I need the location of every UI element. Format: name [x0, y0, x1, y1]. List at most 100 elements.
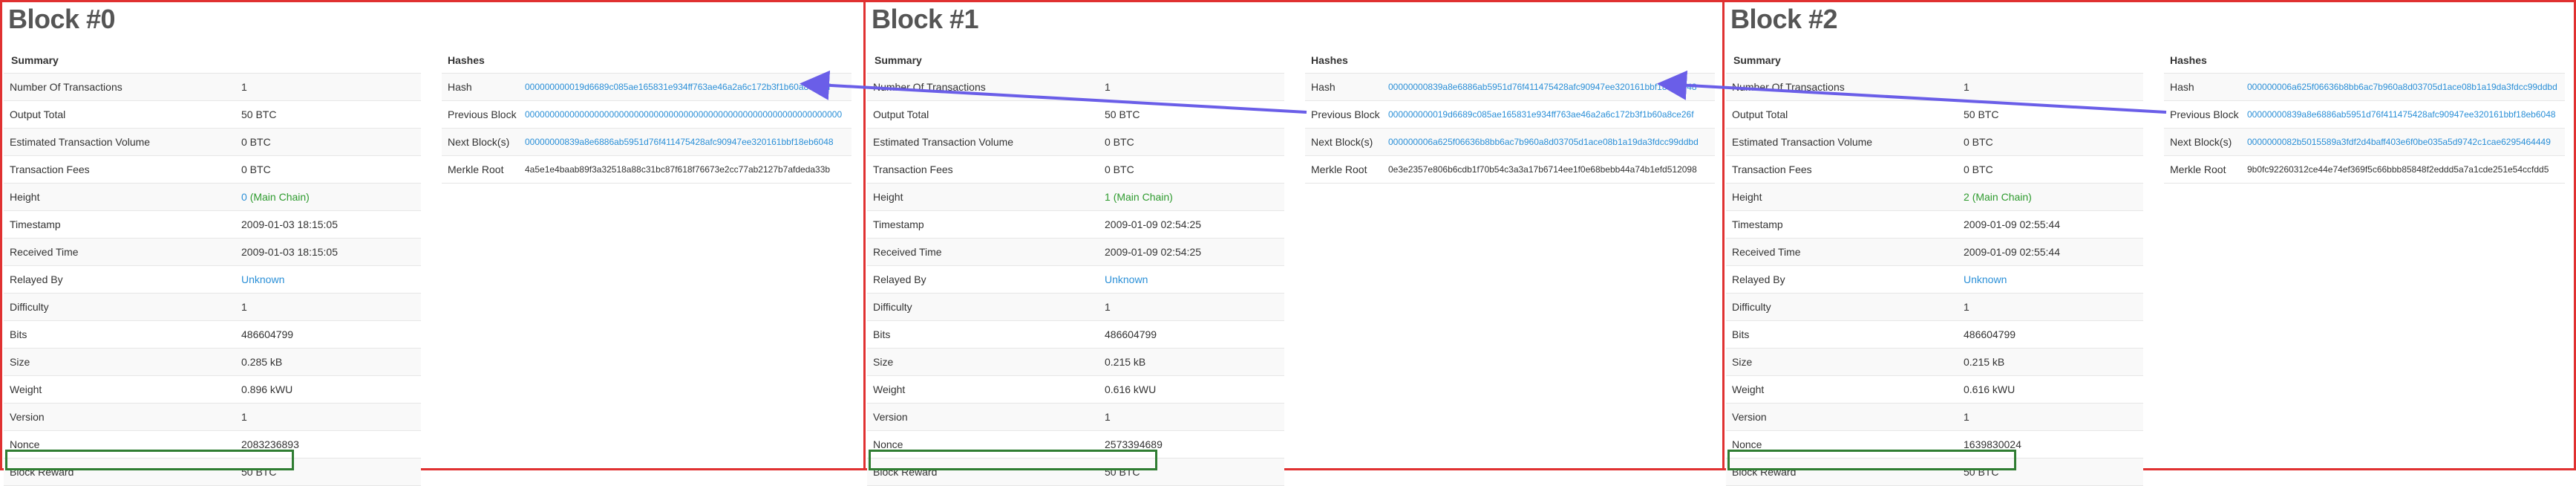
summary-table: Number Of Transactions 1 Output Total 50 B… — [1726, 73, 2143, 486]
reward-highlight-box — [869, 450, 1157, 470]
height-link[interactable]: 1 — [1105, 191, 1111, 203]
value-n-tx: 1 — [241, 81, 247, 93]
relayed-link[interactable]: Unknown — [1964, 273, 2143, 285]
label-relayed: Relayed By — [1732, 273, 1785, 285]
value-received: 2009-01-09 02:54:25 — [1105, 246, 1201, 258]
block-panel-2: Block #2 Summary Number Of Transactions 1… — [1722, 0, 2576, 486]
value-version: 1 — [1964, 411, 1969, 423]
label-weight: Weight — [1732, 383, 1765, 395]
hashes-header: Hashes — [2170, 54, 2207, 66]
summary-table: Number Of Transactions 1 Output Total 50 B… — [867, 73, 1284, 486]
value-fees: 0 BTC — [1105, 163, 1134, 175]
label-timestamp: Timestamp — [10, 218, 61, 230]
label-nonce: Nonce — [873, 438, 903, 450]
label-hash: Hash — [2170, 81, 2194, 93]
prev-block-link[interactable]: 00000000839a8e6886ab5951d76f411475428afc… — [2247, 109, 2565, 120]
next-block-link[interactable]: 0000000082b5015589a3fdf2d4baff403e6f0be0… — [2247, 137, 2565, 147]
label-output-total: Output Total — [10, 108, 66, 120]
value-size: 0.215 kB — [1105, 356, 1146, 368]
label-version: Version — [1732, 411, 1767, 423]
value-nonce: 1639830024 — [1964, 438, 2021, 450]
value-n-tx: 1 — [1964, 81, 1969, 93]
height-link[interactable]: 0 — [241, 191, 247, 203]
label-prev: Previous Block — [2170, 108, 2239, 120]
label-hash: Hash — [448, 81, 472, 93]
label-received: Received Time — [10, 246, 79, 258]
value-weight: 0.896 kWU — [241, 383, 293, 395]
label-received: Received Time — [1732, 246, 1801, 258]
label-prev: Previous Block — [448, 108, 517, 120]
relayed-link[interactable]: Unknown — [1105, 273, 1284, 285]
label-timestamp: Timestamp — [1732, 218, 1783, 230]
reward-highlight-box — [5, 450, 294, 470]
hashes-table: Hash 000000006a625f06636b8bb6ac7b960a8d03… — [2164, 73, 2565, 184]
label-weight: Weight — [873, 383, 906, 395]
label-merkle: Merkle Root — [1311, 163, 1367, 175]
value-version: 1 — [241, 411, 247, 423]
label-difficulty: Difficulty — [1732, 301, 1771, 313]
value-difficulty: 1 — [1964, 301, 1969, 313]
value-received: 2009-01-09 02:55:44 — [1964, 246, 2060, 258]
value-size: 0.285 kB — [241, 356, 283, 368]
prev-block-link[interactable]: 000000000019d6689c085ae165831e934ff763ae… — [1388, 109, 1715, 120]
label-fees: Transaction Fees — [10, 163, 90, 175]
label-nonce: Nonce — [10, 438, 40, 450]
value-bits: 486604799 — [1105, 328, 1157, 340]
value-difficulty: 1 — [1105, 301, 1111, 313]
value-timestamp: 2009-01-09 02:54:25 — [1105, 218, 1201, 230]
prev-block-link[interactable]: 0000000000000000000000000000000000000000… — [525, 109, 851, 120]
label-weight: Weight — [10, 383, 42, 395]
label-difficulty: Difficulty — [10, 301, 49, 313]
label-est-volume: Estimated Transaction Volume — [10, 136, 151, 148]
label-hash: Hash — [1311, 81, 1336, 93]
block-panel-1: Block #1 Summary Number Of Transactions 1… — [863, 0, 1725, 486]
value-output-total: 50 BTC — [1964, 108, 1999, 120]
summary-table: Number Of Transactions 1 Output Total 50 B… — [4, 73, 421, 486]
label-received: Received Time — [873, 246, 942, 258]
label-version: Version — [10, 411, 45, 423]
label-relayed: Relayed By — [10, 273, 63, 285]
label-n-tx: Number Of Transactions — [873, 81, 986, 93]
hashes-header: Hashes — [448, 54, 485, 66]
value-merkle: 0e3e2357e806b6cdb1f70b54c3a3a17b6714ee1f… — [1388, 164, 1697, 175]
label-height: Height — [10, 191, 40, 203]
label-next: Next Block(s) — [448, 136, 510, 148]
label-bits: Bits — [1732, 328, 1750, 340]
label-n-tx: Number Of Transactions — [1732, 81, 1845, 93]
next-block-link[interactable]: 00000000839a8e6886ab5951d76f411475428afc… — [525, 137, 851, 147]
label-difficulty: Difficulty — [873, 301, 912, 313]
value-nonce: 2573394689 — [1105, 438, 1163, 450]
value-est-volume: 0 BTC — [241, 136, 271, 148]
value-merkle: 4a5e1e4baab89f3a32518a88c31bc87f618f7667… — [525, 164, 831, 175]
value-output-total: 50 BTC — [241, 108, 277, 120]
label-version: Version — [873, 411, 908, 423]
block-title: Block #2 — [1730, 4, 1838, 34]
summary-header: Summary — [11, 54, 59, 66]
summary-header: Summary — [1733, 54, 1781, 66]
label-merkle: Merkle Root — [448, 163, 504, 175]
height-link[interactable]: 2 — [1964, 191, 1969, 203]
value-output-total: 50 BTC — [1105, 108, 1140, 120]
value-nonce: 2083236893 — [241, 438, 299, 450]
hash-link[interactable]: 000000000019d6689c085ae165831e934ff763ae… — [525, 82, 851, 92]
label-height: Height — [1732, 191, 1762, 203]
label-next: Next Block(s) — [2170, 136, 2232, 148]
next-block-link[interactable]: 000000006a625f06636b8bb6ac7b960a8d03705d… — [1388, 137, 1715, 147]
label-size: Size — [10, 356, 30, 368]
main-chain-note: (Main Chain) — [1113, 191, 1173, 203]
relayed-link[interactable]: Unknown — [241, 273, 421, 285]
label-height: Height — [873, 191, 903, 203]
label-output-total: Output Total — [873, 108, 929, 120]
label-prev: Previous Block — [1311, 108, 1380, 120]
hashes-table: Hash 000000000019d6689c085ae165831e934ff7… — [442, 73, 851, 184]
hashes-header: Hashes — [1311, 54, 1348, 66]
value-fees: 0 BTC — [1964, 163, 1993, 175]
value-weight: 0.616 kWU — [1105, 383, 1157, 395]
hash-link[interactable]: 000000006a625f06636b8bb6ac7b960a8d03705d… — [2247, 82, 2565, 92]
main-chain-note: (Main Chain) — [1972, 191, 2032, 203]
hash-link[interactable]: 00000000839a8e6886ab5951d76f411475428afc… — [1388, 82, 1715, 92]
value-est-volume: 0 BTC — [1964, 136, 1993, 148]
value-bits: 486604799 — [1964, 328, 2016, 340]
label-merkle: Merkle Root — [2170, 163, 2226, 175]
value-received: 2009-01-03 18:15:05 — [241, 246, 338, 258]
